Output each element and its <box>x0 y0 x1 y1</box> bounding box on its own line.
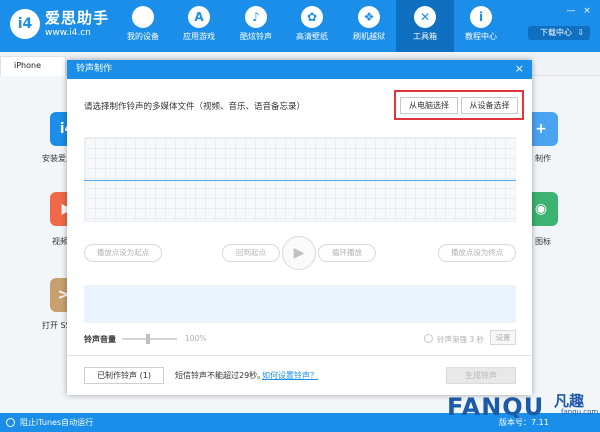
nav-label: 酷炫铃声 <box>240 32 272 41</box>
watermark-site: fanqu.com <box>561 408 599 416</box>
loop-play-button[interactable]: 循环播放 <box>318 244 376 262</box>
set-start-button[interactable]: 播放点设为起点 <box>84 244 162 262</box>
itunes-block-checkbox[interactable] <box>6 418 15 427</box>
download-arrow-icon: ⇩ <box>577 28 584 37</box>
select-from-pc-button[interactable]: 从电脑选择 <box>400 97 458 114</box>
nav-label: 教程中心 <box>465 32 497 41</box>
back-to-start-button[interactable]: 回到起点 <box>222 244 280 262</box>
ringtone-maker-dialog: 铃声制作 × 请选择制作铃声的多媒体文件（视频、音乐、语音备忘录） 从电脑选择 … <box>67 60 532 395</box>
minimize-button[interactable]: — <box>566 6 576 16</box>
nav-tutorials[interactable]: i 教程中心 <box>452 0 510 52</box>
dialog-title: 铃声制作 <box>76 64 113 74</box>
fade-in-checkbox[interactable] <box>424 334 433 343</box>
brand-name: 爱思助手 <box>45 9 110 27</box>
dialog-close-button[interactable]: × <box>515 60 524 78</box>
set-end-button[interactable]: 播放点设为终点 <box>438 244 516 262</box>
howto-set-ringtone-link[interactable]: 如何设置铃声？ <box>262 370 318 381</box>
made-ringtones-button[interactable]: 已制作铃声 (1) <box>84 367 164 384</box>
appstore-icon: A <box>188 6 210 28</box>
nav-apps-games[interactable]: A 应用游戏 <box>170 0 228 52</box>
app-label: 制作 <box>535 154 551 163</box>
nav-wallpapers[interactable]: ✿ 高清壁纸 <box>283 0 341 52</box>
nav-flash-jailbreak[interactable]: ❖ 刷机越狱 <box>340 0 398 52</box>
volume-label: 铃声音量 <box>84 335 116 344</box>
tools-icon: ✕ <box>414 6 436 28</box>
app-label: 图标 <box>535 237 551 246</box>
select-from-device-button[interactable]: 从设备选择 <box>461 97 518 114</box>
file-select-prompt: 请选择制作铃声的多媒体文件（视频、音乐、语音备忘录） <box>84 102 306 112</box>
apple-icon <box>132 6 154 28</box>
box-icon: ❖ <box>358 6 380 28</box>
sms-limit-note: 短信铃声不能超过29秒。 <box>175 371 266 380</box>
generate-ringtone-button[interactable]: 生成铃声 <box>446 367 516 384</box>
window-close-button[interactable]: × <box>582 6 592 16</box>
bell-icon: ♪ <box>245 6 267 28</box>
nav-ringtones[interactable]: ♪ 酷炫铃声 <box>227 0 285 52</box>
waveform-line <box>84 180 516 181</box>
top-toolbar: i4 爱思助手 www.i4.cn 我的设备 A 应用游戏 ♪ 酷炫铃声 ✿ 高… <box>0 0 600 52</box>
dialog-header: 铃声制作 × <box>67 60 532 79</box>
nav-label: 刷机越狱 <box>353 32 385 41</box>
fade-in-label: 铃声渐强 3 秒 <box>437 335 485 344</box>
tab-iphone[interactable]: iPhone <box>0 56 66 76</box>
brand-url: www.i4.cn <box>45 28 91 38</box>
dialog-divider <box>67 355 532 356</box>
nav-label: 工具箱 <box>413 32 437 41</box>
i4-logo: i4 <box>10 9 40 39</box>
download-center-label: 下载中心 <box>540 28 572 37</box>
watermark-logo-text: FANQU <box>447 393 545 421</box>
volume-slider-thumb[interactable] <box>146 334 150 344</box>
selection-preview-bar <box>84 285 516 323</box>
info-icon: i <box>470 6 492 28</box>
download-center-button[interactable]: 下载中心 ⇩ <box>528 26 590 40</box>
nav-my-device[interactable]: 我的设备 <box>114 0 172 52</box>
settings-button[interactable]: 设置 <box>490 330 516 345</box>
itunes-block-label: 阻止iTunes自动运行 <box>20 418 94 427</box>
app-label: 视频 <box>52 237 68 246</box>
play-button[interactable]: ▶ <box>282 236 316 270</box>
nav-label: 高清壁纸 <box>296 32 328 41</box>
nav-toolbox[interactable]: ✕ 工具箱 <box>396 0 454 52</box>
nav-label: 应用游戏 <box>183 32 215 41</box>
nav-label: 我的设备 <box>127 32 159 41</box>
flower-icon: ✿ <box>301 6 323 28</box>
volume-value: 100% <box>185 334 207 343</box>
